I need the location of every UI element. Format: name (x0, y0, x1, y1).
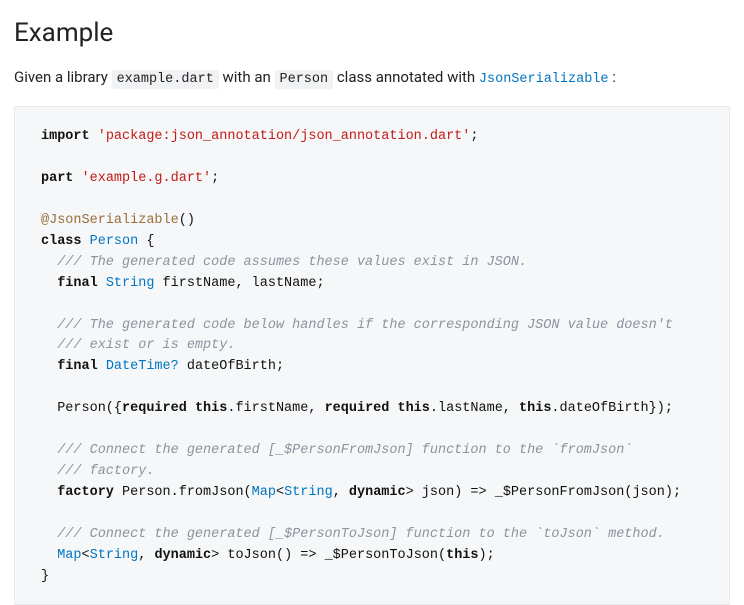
keyword-dynamic: dynamic (349, 485, 406, 500)
code-text: firstName, lastName; (154, 276, 324, 291)
intro-text: class annotated with (333, 68, 479, 86)
code-text: .lastName, (430, 401, 519, 416)
intro-text: Given a library (14, 68, 112, 86)
code-text: Person.fromJson( (114, 485, 252, 500)
keyword-required: required (122, 401, 187, 416)
doc-comment: /// exist or is empty. (57, 338, 235, 353)
intro-text: : (609, 68, 616, 86)
code-text: , (333, 485, 349, 500)
code-text: > json) => _$PersonFromJson(json); (406, 485, 681, 500)
doc-comment: /// The generated code assumes these val… (57, 255, 527, 270)
string-literal: 'package:json_annotation/json_annotation… (98, 129, 471, 144)
section-heading: Example (14, 18, 730, 48)
keyword-class: class (41, 234, 82, 249)
code-text: ; (470, 129, 478, 144)
string-literal: 'example.g.dart' (82, 171, 212, 186)
keyword-dynamic: dynamic (154, 548, 211, 563)
keyword-final: final (57, 276, 98, 291)
doc-comment: /// The generated code below handles if … (57, 318, 673, 333)
code-block: import 'package:json_annotation/json_ann… (14, 106, 730, 604)
keyword-part: part (41, 171, 73, 186)
type-name: String (106, 276, 155, 291)
code-text: dateOfBirth; (179, 359, 284, 374)
type-name: Person (90, 234, 139, 249)
keyword-this: this (397, 401, 429, 416)
intro-paragraph: Given a library example.dart with an Per… (14, 66, 730, 90)
keyword-factory: factory (57, 485, 114, 500)
code-text: .firstName, (227, 401, 324, 416)
code-text: < (276, 485, 284, 500)
type-name: Map (252, 485, 276, 500)
code-text: , (138, 548, 154, 563)
code-text: .dateOfBirth}); (551, 401, 673, 416)
type-name: String (284, 485, 333, 500)
doc-comment: /// Connect the generated [_$PersonToJso… (57, 527, 665, 542)
code-text: < (82, 548, 90, 563)
inline-code-filename: example.dart (112, 70, 219, 89)
code-text: ; (211, 171, 219, 186)
code-text: { (138, 234, 154, 249)
code-text: ); (479, 548, 495, 563)
json-serializable-link[interactable]: JsonSerializable (479, 72, 609, 87)
keyword-final: final (57, 359, 98, 374)
type-name: DateTime? (106, 359, 179, 374)
annotation: @JsonSerializable (41, 213, 179, 228)
code-text: Person({ (57, 401, 122, 416)
keyword-this: this (195, 401, 227, 416)
code-text: () (179, 213, 195, 228)
doc-comment: /// Connect the generated [_$PersonFromJ… (57, 443, 632, 458)
keyword-this: this (519, 401, 551, 416)
keyword-required: required (325, 401, 390, 416)
inline-code-classname: Person (275, 70, 334, 89)
intro-text: with an (219, 68, 275, 86)
code-text: } (41, 569, 49, 584)
keyword-this: this (446, 548, 478, 563)
type-name: String (90, 548, 139, 563)
type-name: Map (57, 548, 81, 563)
keyword-import: import (41, 129, 90, 144)
code-text: > toJson() => _$PersonToJson( (211, 548, 446, 563)
doc-comment: /// factory. (57, 464, 154, 479)
